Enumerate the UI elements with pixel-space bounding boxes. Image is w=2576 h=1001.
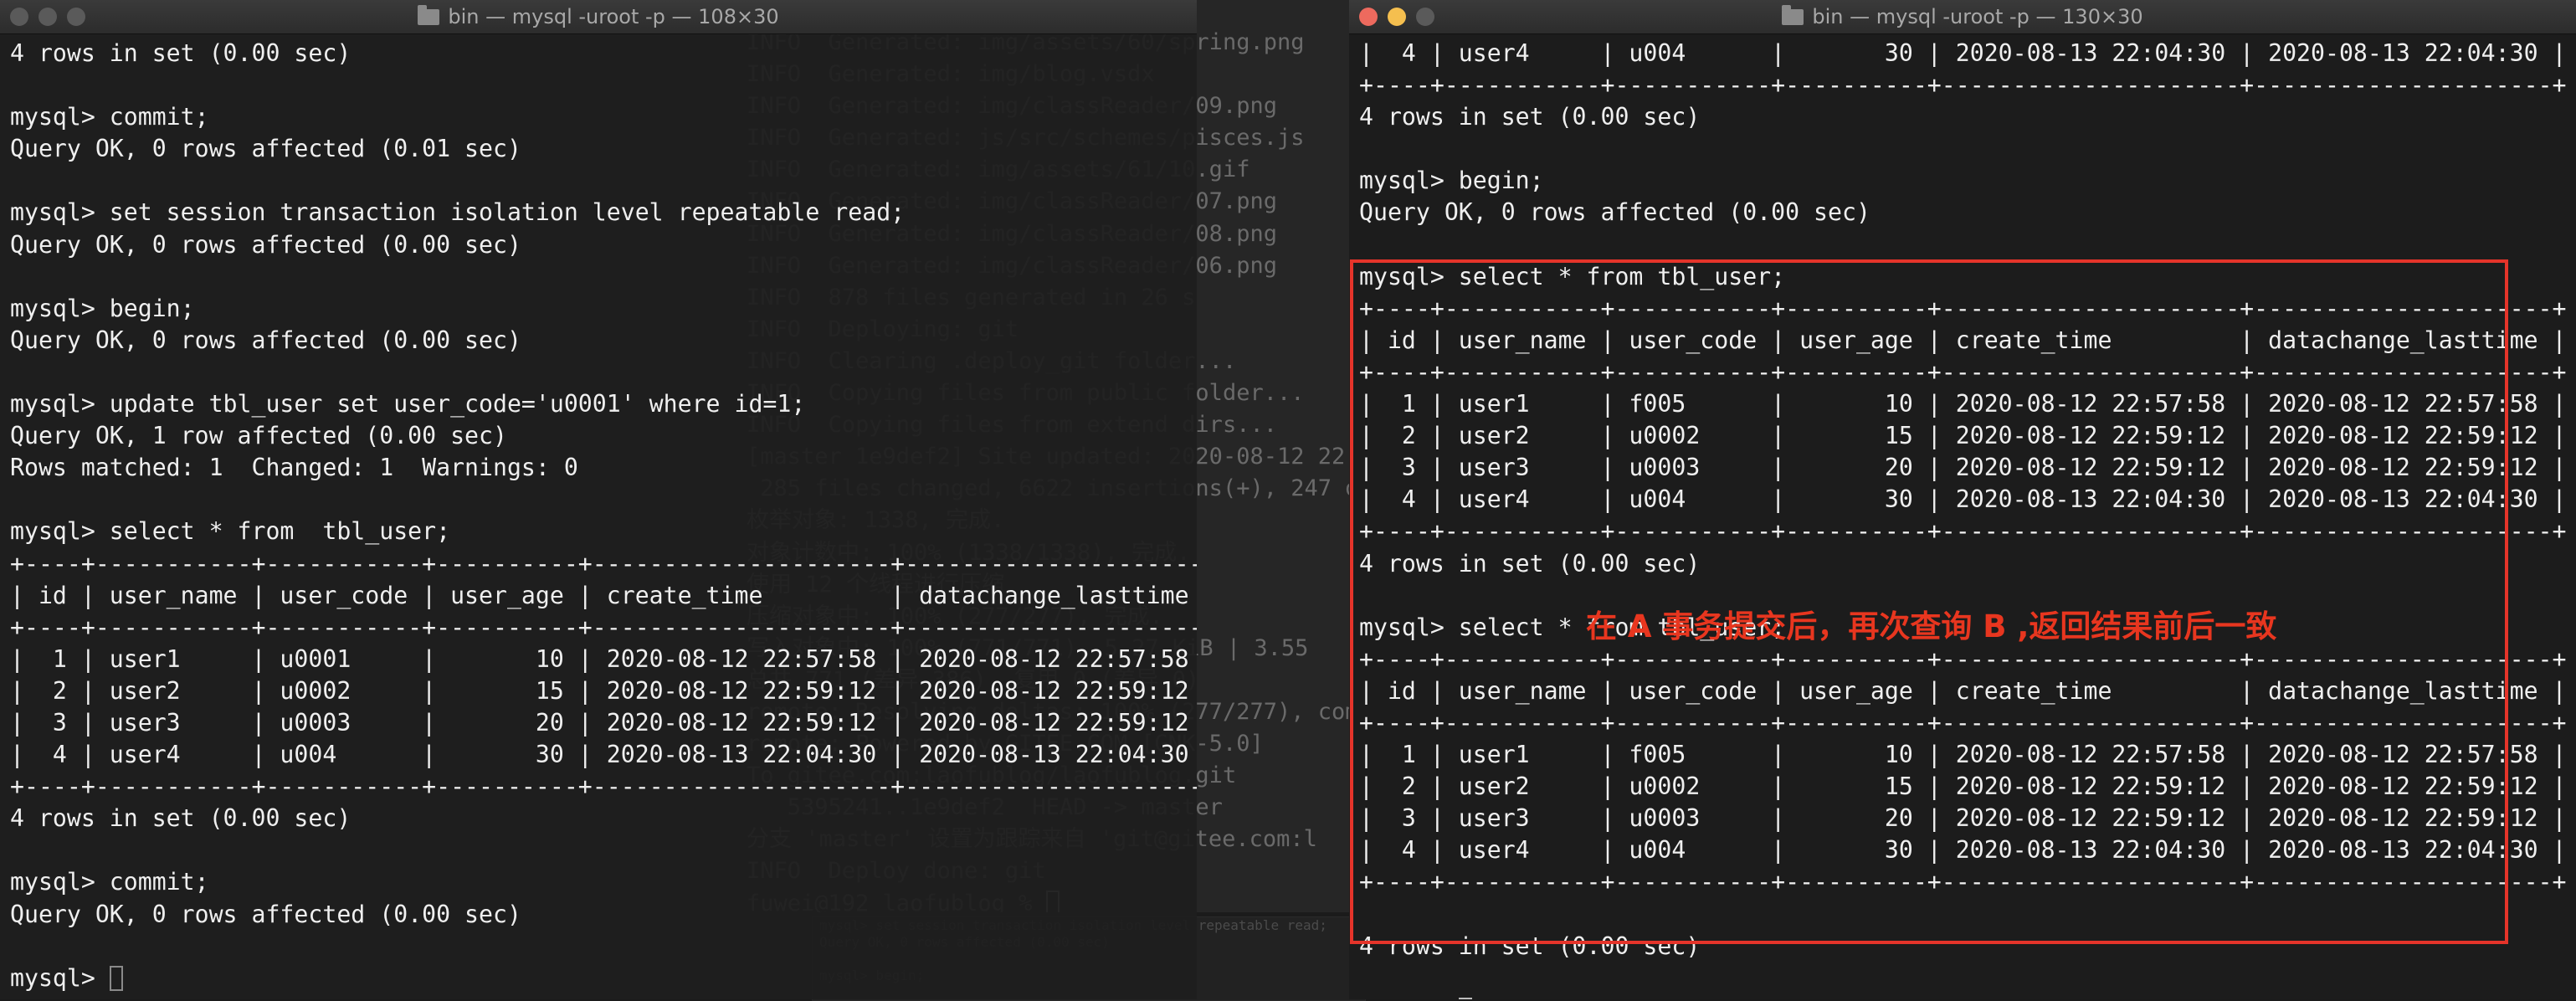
terminal-line: mysql> begin; — [1359, 165, 2576, 197]
terminal-line-text: mysql> — [1359, 996, 1459, 999]
terminal-line-text: | 4 | user4 | u004 | 30 | 2020-08-13 22:… — [1359, 39, 2567, 67]
terminal-line-text: mysql> set session transaction isolation… — [10, 198, 906, 227]
terminal-line-text: mysql> commit; — [10, 103, 209, 131]
folder-icon — [418, 5, 440, 25]
terminal-line-text: +----+-----------+-----------+----------… — [10, 613, 1197, 641]
terminal-line-text: | 2 | user2 | u0002 | 15 | 2020-08-12 22… — [10, 676, 1197, 705]
terminal-line-text: | 4 | user4 | u004 | 30 | 2020-08-13 22:… — [10, 741, 1197, 769]
text-cursor — [109, 965, 123, 991]
terminal-line-text: Query OK, 0 rows affected (0.01 sec) — [10, 135, 521, 163]
terminal-line: Rows matched: 1 Changed: 1 Warnings: 0 — [10, 452, 1197, 484]
terminal-line: Query OK, 0 rows affected (0.00 sec) — [10, 325, 1197, 357]
terminal-line: Query OK, 0 rows affected (0.00 sec) — [1359, 197, 2576, 228]
terminal-line: +----+-----------+-----------+----------… — [1359, 69, 2576, 101]
terminal-line: | id | user_name | user_code | user_age … — [10, 580, 1197, 612]
terminal-line-text: | 1 | user1 | u0001 | 10 | 2020-08-12 22… — [10, 644, 1197, 673]
terminal-line: | 3 | user3 | u0003 | 20 | 2020-08-12 22… — [10, 707, 1197, 739]
terminal-line-text: +----+-----------+-----------+----------… — [10, 549, 1197, 578]
terminal-line-text: mysql> — [10, 963, 110, 992]
left-terminal-window[interactable]: bin — mysql -uroot -p — 108×30 4 rows in… — [0, 0, 1197, 999]
terminal-line: | 1 | user1 | u0001 | 10 | 2020-08-12 22… — [10, 644, 1197, 675]
terminal-line-text: mysql> begin; — [1359, 167, 1544, 195]
terminal-line: +----+-----------+-----------+----------… — [10, 771, 1197, 803]
terminal-line-text: Query OK, 1 row affected (0.00 sec) — [10, 422, 507, 450]
terminal-line: mysql> commit; — [10, 866, 1197, 898]
terminal-line: mysql> — [1359, 994, 2576, 999]
terminal-line-text: Query OK, 0 rows affected (0.00 sec) — [1359, 198, 1870, 227]
terminal-line-text: 4 rows in set (0.00 sec) — [10, 39, 352, 67]
terminal-line: +----+-----------+-----------+----------… — [10, 612, 1197, 644]
terminal-line-text: 4 rows in set (0.00 sec) — [10, 804, 352, 833]
annotation-text: 在 A 事务提交后，再次查询 B ,返回结果前后一致 — [1586, 608, 2277, 644]
terminal-line-text: mysql> begin; — [10, 294, 195, 322]
window-title: bin — mysql -uroot -p — 108×30 — [0, 0, 1197, 33]
right-window-titlebar[interactable]: bin — mysql -uroot -p — 130×30 — [1349, 0, 2576, 34]
terminal-line-text: mysql> select * from tbl_user; — [10, 517, 451, 546]
terminal-line: Query OK, 1 row affected (0.00 sec) — [10, 420, 1197, 452]
left-window-titlebar[interactable]: bin — mysql -uroot -p — 108×30 — [0, 0, 1197, 34]
terminal-line-text: Query OK, 0 rows affected (0.00 sec) — [10, 326, 521, 354]
terminal-line: Query OK, 0 rows affected (0.00 sec) — [10, 899, 1197, 931]
terminal-line: 4 rows in set (0.00 sec) — [10, 38, 1197, 69]
terminal-line-text: +----+-----------+-----------+----------… — [10, 773, 1197, 801]
terminal-line-text: mysql> update tbl_user set user_code='u0… — [10, 390, 806, 418]
terminal-line-text: | 3 | user3 | u0003 | 20 | 2020-08-12 22… — [10, 708, 1197, 737]
terminal-line-text: +----+-----------+-----------+----------… — [1359, 71, 2567, 100]
terminal-line: Query OK, 0 rows affected (0.01 sec) — [10, 133, 1197, 165]
terminal-line: Query OK, 0 rows affected (0.00 sec) — [10, 229, 1197, 261]
terminal-line: | 4 | user4 | u004 | 30 | 2020-08-13 22:… — [1359, 38, 2576, 69]
terminal-line: | 2 | user2 | u0002 | 15 | 2020-08-12 22… — [10, 675, 1197, 707]
terminal-line-text: 4 rows in set (0.00 sec) — [1359, 103, 1701, 131]
terminal-line-text: mysql> commit; — [10, 868, 209, 896]
terminal-line-text: Query OK, 0 rows affected (0.00 sec) — [10, 900, 521, 928]
terminal-line: mysql> update tbl_user set user_code='u0… — [10, 388, 1197, 420]
terminal-line: mysql> begin; — [10, 293, 1197, 325]
window-title: bin — mysql -uroot -p — 130×30 — [1349, 0, 2576, 33]
terminal-line-text: Rows matched: 1 Changed: 1 Warnings: 0 — [10, 454, 578, 482]
terminal-line: mysql> set session transaction isolation… — [10, 197, 1197, 228]
left-terminal-output[interactable]: 4 rows in set (0.00 sec) mysql> commit; Qu… — [0, 34, 1197, 999]
terminal-line: 4 rows in set (0.00 sec) — [10, 803, 1197, 834]
terminal-line: +----+-----------+-----------+----------… — [10, 548, 1197, 580]
terminal-line: mysql> select * from tbl_user; — [10, 516, 1197, 547]
terminal-line-text: | id | user_name | user_code | user_age … — [10, 581, 1197, 609]
terminal-line: 4 rows in set (0.00 sec) — [1359, 101, 2576, 133]
terminal-line-text: Query OK, 0 rows affected (0.00 sec) — [10, 230, 521, 259]
terminal-line: mysql> — [10, 963, 1197, 994]
terminal-line: | 4 | user4 | u004 | 30 | 2020-08-13 22:… — [10, 739, 1197, 771]
terminal-line: mysql> commit; — [10, 101, 1197, 133]
folder-icon — [1782, 5, 1804, 25]
